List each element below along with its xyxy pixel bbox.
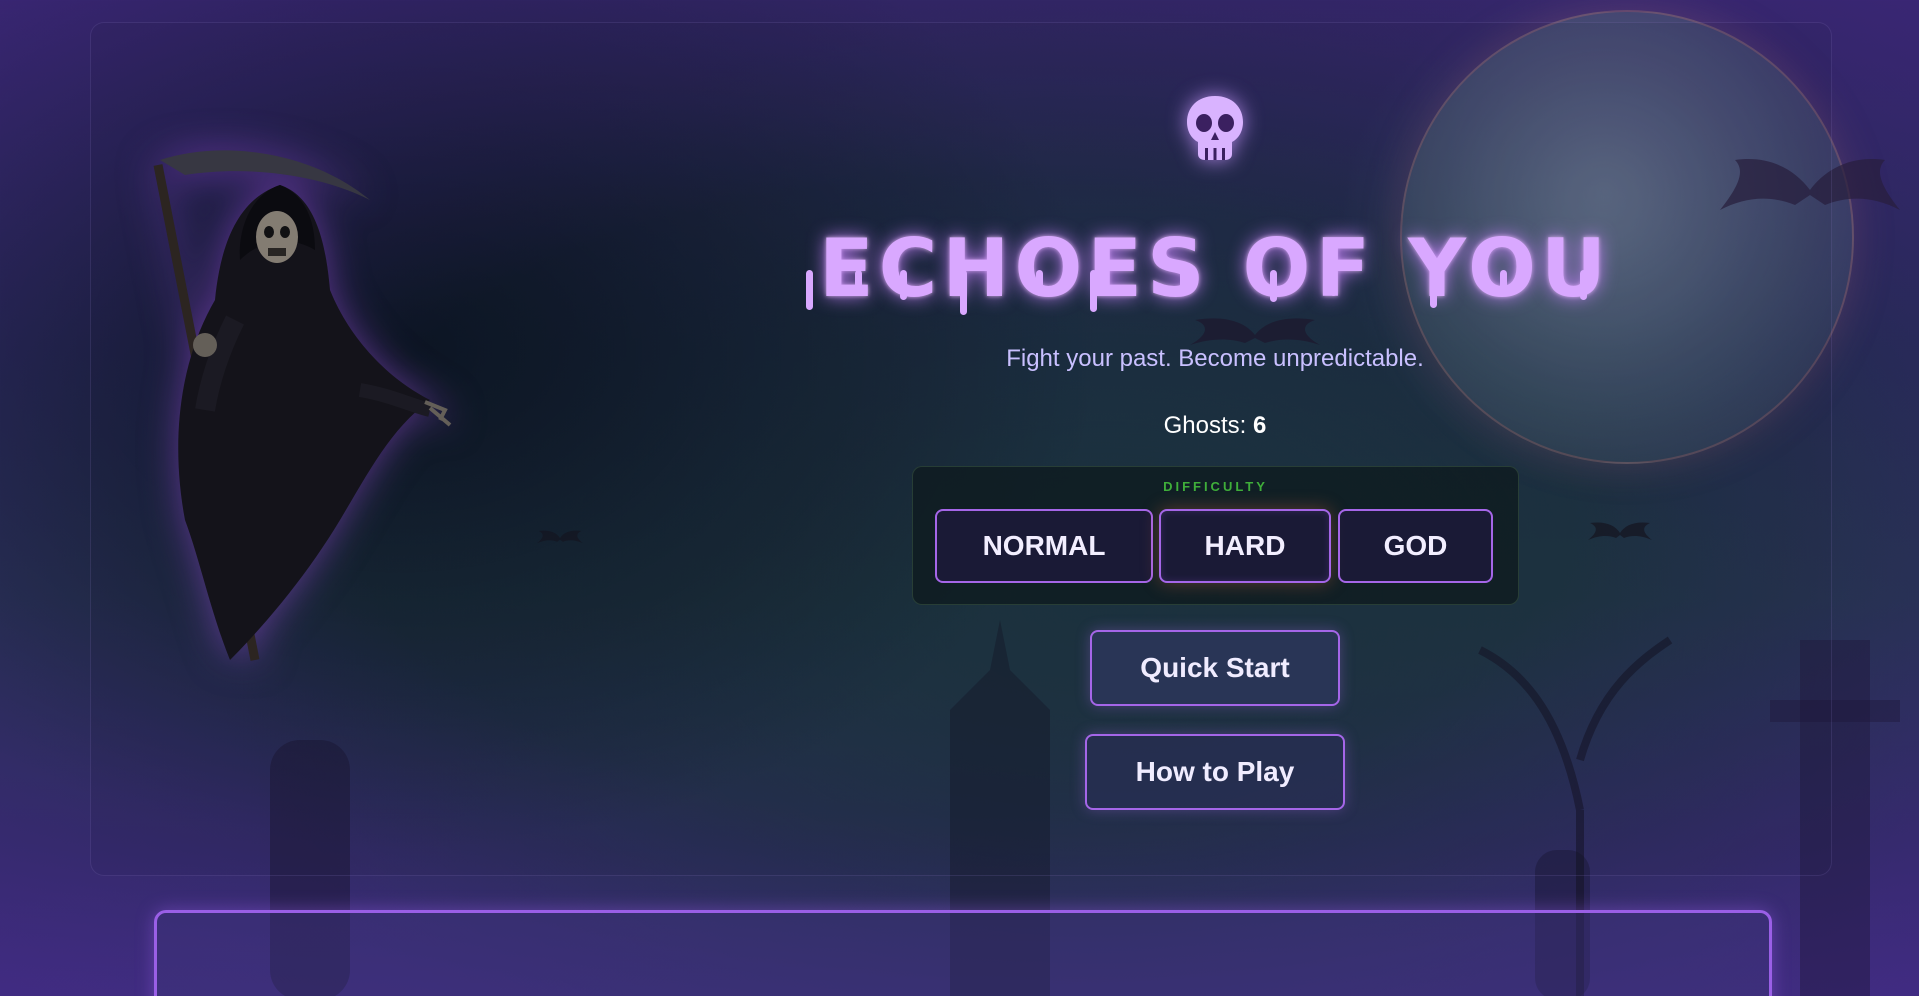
ghosts-label: Ghosts: [1163,412,1247,439]
main-menu-panel [90,22,1832,876]
difficulty-normal-button[interactable]: NORMAL [935,509,1153,583]
difficulty-label: DIFFICULTY [1163,479,1268,494]
difficulty-selector: DIFFICULTY NORMAL HARD GOD [912,466,1519,605]
skull-icon [1187,96,1243,160]
game-subtitle: Fight your past. Become unpredictable. [1006,345,1424,372]
difficulty-hard-button[interactable]: HARD [1159,509,1331,583]
quick-start-button[interactable]: Quick Start [1090,630,1340,706]
title-drips-decoration [806,270,1587,315]
how-to-play-button[interactable]: How to Play [1085,734,1345,810]
bottom-info-card [154,910,1772,996]
ghosts-count: 6 [1253,412,1267,439]
ghosts-counter: Ghosts: 6 [0,412,1919,440]
difficulty-god-button[interactable]: GOD [1338,509,1493,583]
